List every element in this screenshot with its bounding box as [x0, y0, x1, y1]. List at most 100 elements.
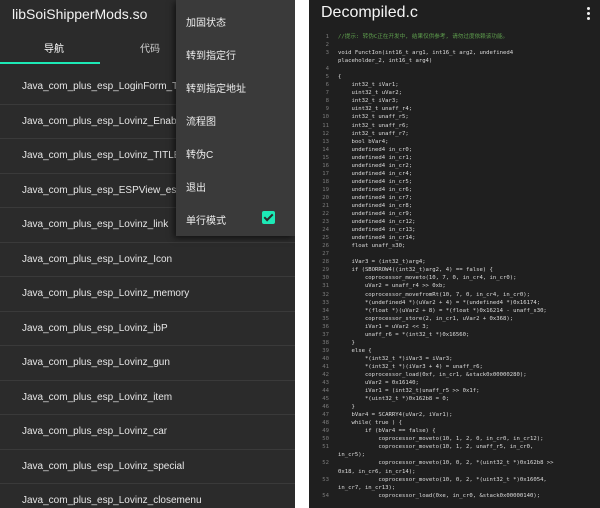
code-line: 26 float unaff_s30;	[309, 242, 600, 250]
line-number: 30	[322, 275, 329, 282]
code-line: 4	[309, 65, 600, 73]
code-line: 47 bVar4 = SCARRY4(uVar2, iVar1);	[309, 411, 600, 419]
line-text: coprocessor_store(2, in_cr1, uVar2 + 0x3…	[338, 315, 514, 322]
decompiled-view-panel: Decompiled.c 1 //提示: 转伪C正在开发中, 结果仅供参考, 请勿…	[309, 0, 600, 508]
line-text: iVar1 = (int32_t)unaff_r5 >> 0x1f;	[338, 388, 480, 395]
code-line: 46 }	[309, 403, 600, 411]
line-text: undefined4 in_cr9;	[338, 211, 413, 218]
line-text: uint32_t unaff_r4;	[338, 106, 413, 113]
tab-code[interactable]: 代码	[140, 40, 160, 55]
code-line: 21 undefined4 in_cr8;	[309, 202, 600, 210]
line-number: 34	[322, 307, 329, 314]
line-text: *(undefined4 *)(uVar2 + 4) = *(undefined…	[338, 299, 541, 306]
line-text: *(float *)(uVar2 + 8) = *(float *)0x1621…	[338, 307, 547, 314]
line-number: 38	[322, 339, 329, 346]
code-line: 37 unaff_r6 = *(int32_t *)0x16560;	[309, 331, 600, 339]
line-number: 20	[322, 194, 329, 201]
line-number: 42	[322, 371, 329, 378]
code-line: 2	[309, 41, 600, 49]
line-number: 50	[322, 436, 329, 443]
line-number: 54	[322, 492, 329, 499]
line-number: 33	[322, 299, 329, 306]
list-item[interactable]: Java_com_plus_esp_Lovinz_car	[0, 415, 295, 450]
code-line: 48 while( true ) {	[309, 419, 600, 427]
code-line: 5{	[309, 73, 600, 81]
menu-item-pseudo-c[interactable]: 转伪C	[186, 146, 213, 161]
line-number: 47	[322, 412, 329, 419]
line-number: 11	[322, 122, 329, 129]
code-line: 15 undefined4 in_cr1;	[309, 154, 600, 162]
code-line: 29 if (SBORROW4((int32_t)arg2, 4) == fal…	[309, 266, 600, 274]
menu-item-goto-line[interactable]: 转到指定行	[186, 47, 236, 62]
code-line: 33 *(undefined4 *)(uVar2 + 4) = *(undefi…	[309, 299, 600, 307]
code-line: 12 int32_t unaff_r7;	[309, 130, 600, 138]
line-number: 35	[322, 315, 329, 322]
code-line: 27	[309, 250, 600, 258]
code-line: placeholder_2, int16_t arg4)	[309, 57, 600, 65]
line-number: 19	[322, 186, 329, 193]
line-text: undefined4 in_cr7;	[338, 194, 413, 201]
code-line: 36 iVar1 = uVar2 << 3;	[309, 323, 600, 331]
list-item[interactable]: Java_com_plus_esp_Lovinz_gun	[0, 346, 295, 381]
code-line: 10 int32_t unaff_r5;	[309, 113, 600, 121]
line-number: 41	[322, 363, 329, 370]
more-vert-icon[interactable]	[585, 6, 591, 22]
menu-item-exit[interactable]: 退出	[186, 179, 206, 194]
line-number: 53	[322, 476, 329, 483]
line-text: void FunctIon(int16_t arg1, int16_t arg2…	[338, 50, 514, 57]
line-text: undefined4 in_cr14;	[338, 235, 416, 242]
tab-navigation[interactable]: 导航	[44, 40, 64, 55]
code-view[interactable]: 1 //提示: 转伪C正在开发中, 结果仅供参考, 请勿过度依赖该功能。 2 3 voi…	[309, 33, 600, 500]
active-tab-indicator	[0, 62, 100, 64]
code-line: 28 iVar3 = (int32_t)arg4;	[309, 258, 600, 266]
line-number: 3	[325, 50, 329, 57]
code-line: 42 coprocessor_load(0xf, in_cr1, &stack0…	[309, 371, 600, 379]
line-text: while( true ) {	[338, 420, 402, 427]
line-number: 45	[322, 396, 329, 403]
list-item[interactable]: Java_com_plus_esp_Lovinz_ibP	[0, 312, 295, 346]
line-text: placeholder_2, int16_t arg4)	[338, 58, 433, 65]
code-line: 39 else {	[309, 347, 600, 355]
line-number: 28	[322, 259, 329, 266]
line-text: unaff_r6 = *(int32_t *)0x16560;	[338, 331, 470, 338]
line-text: coprocessor_load(0xf, in_cr1, &stack0x00…	[338, 371, 527, 378]
line-text: undefined4 in_cr0;	[338, 146, 413, 153]
menu-item-hardening-status[interactable]: 加固状态	[186, 14, 226, 29]
menu-item-single-line-mode[interactable]: 单行模式	[186, 212, 226, 227]
line-text: coprocessor_moveto(10, 1, 2, unaff_r5, i…	[338, 444, 534, 451]
single-line-checkbox[interactable]	[262, 211, 275, 224]
app-title: libSoiShipperMods.so	[12, 6, 148, 22]
code-line: 54 coprocessor_load(0xe, in_cr0, &stack0…	[309, 492, 600, 500]
code-line: 3 void FunctIon(int16_t arg1, int16_t arg…	[309, 49, 600, 57]
list-item[interactable]: Java_com_plus_esp_Lovinz_memory	[0, 277, 295, 312]
list-item[interactable]: Java_com_plus_esp_Lovinz_item	[0, 381, 295, 415]
divider	[295, 0, 309, 508]
line-text: undefined4 in_cr2;	[338, 162, 413, 169]
line-text: uint32_t uVar2;	[338, 90, 402, 97]
list-item[interactable]: Java_com_plus_esp_Lovinz_Icon	[0, 243, 295, 277]
line-number: 14	[322, 146, 329, 153]
list-item[interactable]: Java_com_plus_esp_Lovinz_closemenu	[0, 484, 295, 508]
code-line: 30 coprocessor_moveto(10, 7, 0, in_cr4, …	[309, 274, 600, 282]
line-number: 17	[322, 170, 329, 177]
line-number: 40	[322, 355, 329, 362]
line-number: 25	[322, 235, 329, 242]
code-line: 38 }	[309, 339, 600, 347]
line-number: 44	[322, 388, 329, 395]
code-line: 43 uVar2 = 0x16140;	[309, 379, 600, 387]
line-number: 9	[325, 106, 329, 113]
line-text: uVar2 = unaff_r4 >> 0xb;	[338, 283, 446, 290]
line-text: 0x18, in_cr6, in_cr14);	[338, 468, 416, 475]
menu-item-flowchart[interactable]: 流程图	[186, 113, 216, 128]
list-item[interactable]: Java_com_plus_esp_Lovinz_special	[0, 450, 295, 484]
line-number: 39	[322, 347, 329, 354]
line-text: coprocessor_movefromRt(10, 7, 0, in_cr4,…	[338, 291, 530, 298]
line-text: *(int32_t *)iVar3 = iVar3;	[338, 355, 453, 362]
code-line: 17 undefined4 in_cr4;	[309, 170, 600, 178]
menu-item-goto-address[interactable]: 转到指定地址	[186, 80, 246, 95]
line-text: }	[338, 404, 355, 411]
line-number: 26	[322, 243, 329, 250]
code-line: 0x18, in_cr6, in_cr14);	[309, 468, 600, 476]
line-text: *(uint32_t *)0x162b8 = 0;	[338, 396, 450, 403]
code-line: 24 undefined4 in_cr13;	[309, 226, 600, 234]
